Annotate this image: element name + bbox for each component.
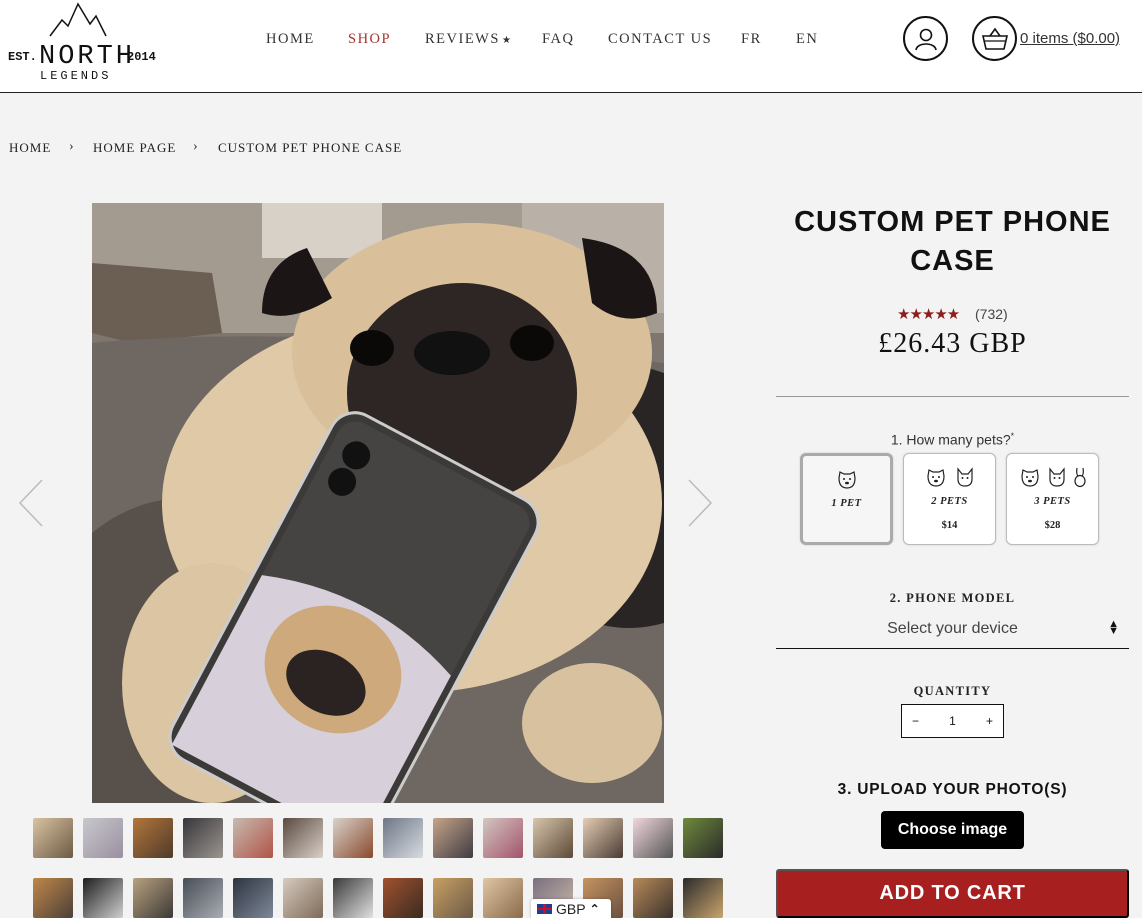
option-label: 2 PETS	[931, 496, 968, 507]
quantity-decrease-button[interactable]: −	[912, 714, 919, 728]
thumbnail[interactable]	[483, 878, 523, 918]
nav-reviews-star: ★	[501, 35, 513, 46]
north-legends-logo[interactable]: EST. NORTH 2014 LEGENDS	[8, 2, 156, 86]
dog-face-icon	[837, 471, 856, 489]
logo-year: 2014	[127, 50, 156, 64]
thumbnail[interactable]	[533, 818, 573, 858]
thumbnail[interactable]	[233, 818, 273, 858]
logo-legends: LEGENDS	[40, 69, 112, 83]
add-to-cart-button[interactable]: ADD TO CART	[776, 869, 1129, 918]
thumbnail[interactable]	[333, 818, 373, 858]
breadcrumb-home[interactable]: HOME	[9, 140, 51, 156]
product-title: CUSTOM PET PHONE CASE	[794, 206, 1111, 277]
thumbnail[interactable]	[33, 878, 73, 918]
nav-reviews[interactable]: REVIEWS ★	[425, 31, 512, 48]
choose-image-button[interactable]: Choose image	[881, 811, 1024, 849]
review-count[interactable]: (732)	[975, 306, 1008, 322]
logo-est: EST.	[8, 50, 37, 64]
breadcrumb-separator: ›	[69, 139, 74, 154]
required-mark: *	[1010, 431, 1015, 441]
product-main-image[interactable]	[92, 203, 664, 803]
thumbnail[interactable]	[83, 818, 123, 858]
mountain-icon	[49, 2, 107, 37]
quantity-input[interactable]: 1	[949, 714, 956, 728]
quantity-increase-button[interactable]: +	[986, 714, 993, 728]
quantity-label: QUANTITY	[913, 684, 992, 698]
cart-summary-link[interactable]: 0 items ($0.00)	[1020, 30, 1120, 47]
thumbnail[interactable]	[183, 818, 223, 858]
nav-faq[interactable]: FAQ	[542, 31, 574, 48]
pug-photo	[92, 203, 664, 803]
prev-image-arrow-icon[interactable]	[18, 478, 44, 528]
option-addon-price: $28	[1044, 520, 1061, 531]
thumbnail[interactable]	[283, 818, 323, 858]
currency-selector[interactable]: GBP ⌃	[531, 899, 611, 918]
option-2-pets[interactable]: 2 PETS $14	[903, 453, 996, 545]
thumbnail[interactable]	[483, 818, 523, 858]
rating-stars[interactable]: ★★★★★	[897, 305, 960, 324]
user-icon	[914, 28, 937, 50]
account-button[interactable]	[903, 16, 948, 61]
thumbnail[interactable]	[433, 818, 473, 858]
thumbnail[interactable]	[583, 818, 623, 858]
product-price: £26.43 GBP	[878, 328, 1027, 359]
thumbnail[interactable]	[383, 818, 423, 858]
site-header: EST. NORTH 2014 LEGENDS HOME SHOP REVIEW…	[0, 0, 1142, 93]
thumbnail[interactable]	[233, 878, 273, 918]
nav-lang-en[interactable]: EN	[796, 31, 818, 48]
cart-button[interactable]	[972, 16, 1017, 61]
thumbnail[interactable]	[133, 818, 173, 858]
next-image-arrow-icon[interactable]	[687, 478, 713, 528]
rabbit-face-icon	[1073, 467, 1086, 488]
thumbnail[interactable]	[633, 818, 673, 858]
thumbnail[interactable]	[83, 878, 123, 918]
thumbnail[interactable]	[383, 878, 423, 918]
quantity-stepper: − 1 +	[901, 704, 1004, 738]
chevron-up-icon: ⌃	[589, 901, 600, 916]
thumbnail[interactable]	[133, 878, 173, 918]
breadcrumb-separator: ›	[193, 139, 198, 154]
nav-lang-fr[interactable]: FR	[741, 31, 762, 48]
option-label: 3 PETS	[1034, 496, 1071, 507]
dog-face-icon	[926, 469, 945, 487]
logo-north: NORTH	[39, 42, 136, 72]
select-arrows-icon: ▲ ▼	[1108, 618, 1119, 637]
nav-contact[interactable]: CONTACT US	[608, 31, 712, 48]
basket-icon	[981, 27, 1008, 50]
currency-code: GBP	[556, 900, 586, 917]
thumbnail[interactable]	[183, 878, 223, 918]
option-label: 1 PET	[831, 498, 862, 509]
option-3-pets[interactable]: 3 PETS $28	[1006, 453, 1099, 545]
thumbnail[interactable]	[333, 878, 373, 918]
breadcrumb-home-page[interactable]: HOME PAGE	[93, 140, 176, 156]
breadcrumb-current: CUSTOM PET PHONE CASE	[218, 140, 403, 155]
thumbnail[interactable]	[433, 878, 473, 918]
thumbnail[interactable]	[683, 818, 723, 858]
option-1-pet[interactable]: 1 PET	[800, 453, 893, 545]
pets-question: 1. How many pets?*	[776, 431, 1129, 448]
upload-label: 3. UPLOAD YOUR PHOTO(S)	[837, 781, 1068, 798]
thumbnail[interactable]	[633, 878, 673, 918]
nav-reviews-label: REVIEWS	[425, 31, 500, 47]
divider	[776, 396, 1129, 397]
cat-face-icon	[1048, 467, 1065, 487]
uk-flag-icon	[537, 903, 552, 914]
pets-question-label: 1. How many pets?	[890, 431, 1011, 448]
thumbnail[interactable]	[683, 878, 723, 918]
phone-model-placeholder: Select your device	[887, 620, 1018, 637]
nav-shop[interactable]: SHOP	[348, 31, 391, 48]
phone-model-label: 2. PHONE MODEL	[889, 591, 1016, 605]
dog-face-icon	[1020, 469, 1039, 487]
option-addon-price: $14	[941, 520, 958, 531]
thumbnail[interactable]	[283, 878, 323, 918]
phone-model-select[interactable]: Select your device ▲ ▼	[776, 612, 1129, 649]
nav-home[interactable]: HOME	[266, 31, 315, 48]
thumbnail[interactable]	[33, 818, 73, 858]
cat-face-icon	[956, 467, 973, 487]
